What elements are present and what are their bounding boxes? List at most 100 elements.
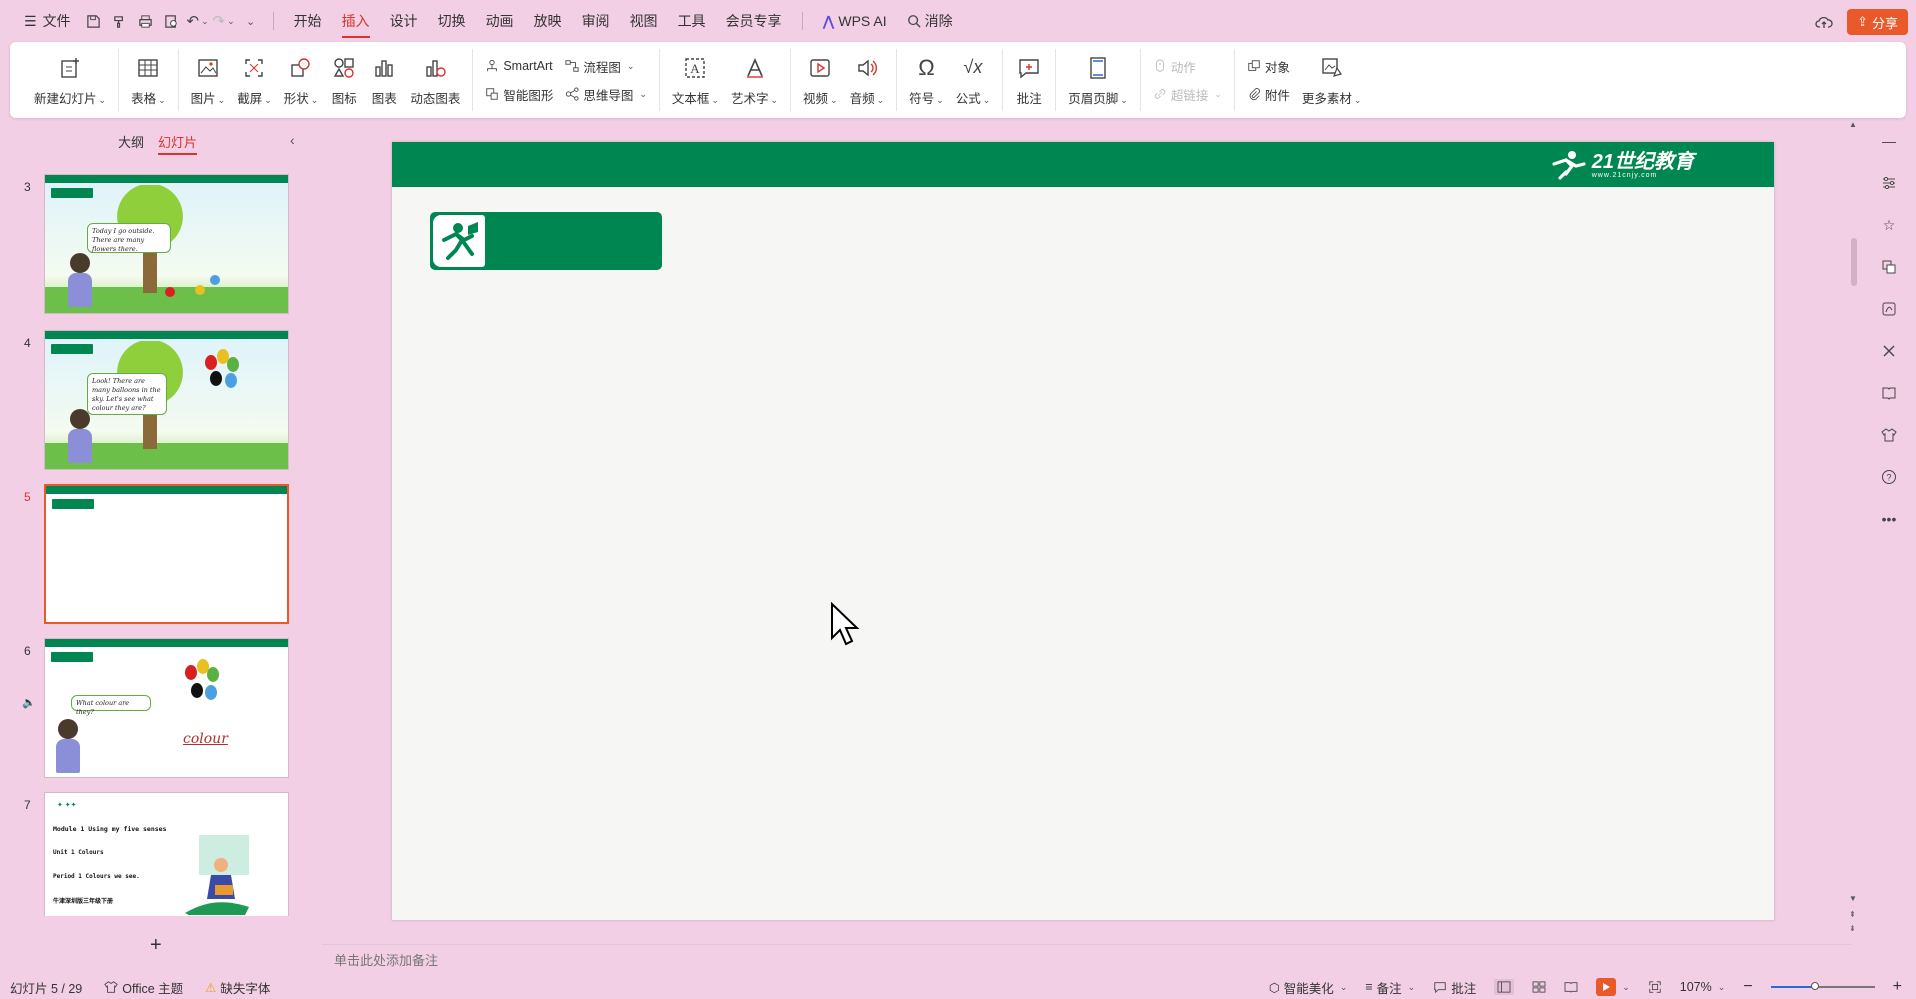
book-icon[interactable] bbox=[1878, 384, 1900, 402]
shape-button[interactable]: 形状 ⌄ bbox=[278, 49, 325, 111]
flowchart-button[interactable]: 流程图 ⌄ bbox=[565, 55, 647, 77]
comment-button[interactable]: 批注 bbox=[1009, 49, 1049, 111]
video-button[interactable]: 视频 ⌄ bbox=[797, 49, 844, 111]
screenshot-button[interactable]: 截屏 ⌄ bbox=[231, 49, 278, 111]
slide-number: 6 bbox=[24, 644, 31, 658]
tab-slides[interactable]: 幻灯片 bbox=[158, 132, 198, 155]
new-slide-button[interactable]: 新建幻灯片 ⌄ bbox=[28, 49, 112, 111]
play-slideshow-button[interactable] bbox=[1596, 978, 1617, 996]
table-button[interactable]: 表格 ⌄ bbox=[125, 49, 172, 111]
tab-slideshow[interactable]: 放映 bbox=[524, 0, 572, 42]
textbox-button[interactable]: A 文本框 ⌄ bbox=[666, 49, 725, 111]
scroll-down-icon[interactable]: ▼ bbox=[1849, 894, 1857, 903]
ribbon-group-media: 视频 ⌄ 音频 ⌄ bbox=[791, 49, 898, 111]
slide-thumbnail-6[interactable]: What colour are they? colour bbox=[44, 638, 289, 778]
fit-window-icon[interactable] bbox=[1648, 980, 1662, 994]
smartart-button[interactable]: SmartArt bbox=[485, 55, 553, 77]
tab-animation[interactable]: 动画 bbox=[476, 0, 524, 42]
print-preview-icon[interactable] bbox=[159, 0, 185, 42]
hyperlink-button[interactable]: 超链接 ⌄ bbox=[1153, 83, 1222, 105]
picture-button[interactable]: 图片 ⌄ bbox=[185, 49, 232, 111]
scrollbar-thumb[interactable] bbox=[1851, 238, 1857, 286]
header-footer-button[interactable]: 页眉页脚 ⌄ bbox=[1062, 49, 1134, 111]
slide-sorter-icon[interactable] bbox=[1532, 981, 1546, 993]
normal-view-icon[interactable] bbox=[1494, 979, 1515, 995]
tools-icon[interactable] bbox=[1878, 342, 1900, 360]
copy-layout-icon[interactable] bbox=[1878, 258, 1900, 276]
slideshow-options-icon[interactable]: ⌄ bbox=[1622, 982, 1630, 993]
star-icon[interactable]: ☆ bbox=[1878, 216, 1900, 234]
minimize-panel-icon[interactable]: — bbox=[1878, 132, 1900, 150]
menu-bar: ☰ 文件 ↶ ⌄ ↷ ⌄ ⌄ 开始 插入 设计 切换 动画 放映 审阅 视图 工具 … bbox=[0, 0, 1916, 42]
zoom-in-icon[interactable]: + bbox=[1893, 978, 1902, 996]
girl-illustration bbox=[67, 409, 93, 463]
help-icon[interactable]: ? bbox=[1878, 468, 1900, 486]
tab-view[interactable]: 视图 bbox=[620, 0, 668, 42]
redo-icon[interactable]: ↷ ⌄ bbox=[211, 0, 237, 42]
mindmap-button[interactable]: 思维导图 ⌄ bbox=[565, 83, 647, 105]
notes-toggle-button[interactable]: ≡ 备注 ⌄ bbox=[1365, 978, 1415, 997]
dynamic-chart-button[interactable]: 动态图表 bbox=[404, 49, 466, 111]
formula-button[interactable]: √x 公式 ⌄ bbox=[950, 49, 997, 111]
prev-slide-icon[interactable]: ⇞ bbox=[1849, 910, 1856, 919]
add-slide-icon[interactable]: + bbox=[150, 934, 162, 957]
properties-icon[interactable] bbox=[1878, 174, 1900, 192]
next-slide-icon[interactable]: ⇟ bbox=[1849, 924, 1856, 933]
print-icon[interactable] bbox=[133, 0, 159, 42]
slide-thumbnail-7[interactable]: ✦ ✦✦ Module 1 Using my five senses Unit … bbox=[44, 792, 289, 916]
customize-quickbar-icon[interactable]: ⌄ bbox=[237, 0, 263, 42]
undo-icon[interactable]: ↶ ⌄ bbox=[185, 0, 211, 42]
more-options-icon[interactable]: ••• bbox=[1878, 510, 1900, 528]
zoom-out-icon[interactable]: − bbox=[1743, 978, 1752, 996]
wps-ai-button[interactable]: ⋀ WPS AI bbox=[813, 0, 897, 42]
shirt-icon[interactable] bbox=[1878, 426, 1900, 444]
smart-beautify-button[interactable]: ⬡ 智能美化 ⌄ bbox=[1269, 978, 1347, 997]
menu-right-group: ⇪ 分享 bbox=[1815, 9, 1908, 35]
more-material-button[interactable]: 更多素材 ⌄ bbox=[1296, 49, 1368, 111]
zoom-slider-knob[interactable] bbox=[1811, 982, 1820, 990]
animation-pane-icon[interactable] bbox=[1878, 300, 1900, 318]
wordart-icon bbox=[741, 54, 769, 82]
current-slide-canvas[interactable]: 21世纪教育 www.21cnjy.com bbox=[392, 142, 1774, 920]
theme-button[interactable]: Office 主题 bbox=[104, 978, 183, 997]
save-icon[interactable] bbox=[81, 0, 107, 42]
section-badge[interactable] bbox=[430, 212, 662, 270]
wordart-button[interactable]: 艺术字 ⌄ bbox=[725, 49, 784, 111]
notes-input[interactable]: 单击此处添加备注 bbox=[322, 944, 1852, 974]
slide-counter: 幻灯片 5 / 29 bbox=[10, 981, 83, 996]
file-menu[interactable]: ☰ 文件 bbox=[14, 0, 81, 42]
slide-thumbnail-4[interactable]: Look! There are many balloons in the sky… bbox=[44, 330, 289, 470]
tab-review[interactable]: 审阅 bbox=[572, 0, 620, 42]
object-button[interactable]: 对象 bbox=[1247, 55, 1290, 77]
icon-library-button[interactable]: 图标 bbox=[324, 49, 364, 111]
tab-home[interactable]: 开始 bbox=[284, 0, 332, 42]
tab-member[interactable]: 会员专享 bbox=[716, 0, 792, 42]
zoom-slider[interactable] bbox=[1770, 982, 1875, 990]
audio-button[interactable]: 音频 ⌄ bbox=[844, 49, 891, 111]
symbol-button[interactable]: Ω 符号 ⌄ bbox=[903, 49, 950, 111]
reading-view-icon[interactable] bbox=[1564, 981, 1578, 993]
format-painter-icon[interactable] bbox=[107, 0, 133, 42]
speech-bubble: What colour are they? bbox=[71, 695, 151, 716]
tab-insert[interactable]: 插入 bbox=[332, 0, 380, 42]
action-button[interactable]: 动作 bbox=[1153, 55, 1222, 77]
comments-toggle-button[interactable]: 批注 bbox=[1433, 978, 1476, 997]
scroll-up-icon[interactable]: ▲ bbox=[1849, 120, 1857, 129]
chart-button[interactable]: 图表 bbox=[364, 49, 404, 111]
reading-person-illustration bbox=[185, 827, 255, 916]
tab-transition[interactable]: 切换 bbox=[428, 0, 476, 42]
search-button[interactable]: 消除 bbox=[897, 0, 963, 42]
share-button[interactable]: ⇪ 分享 bbox=[1847, 9, 1908, 35]
cloud-upload-icon[interactable] bbox=[1815, 14, 1833, 30]
smart-graphic-button[interactable]: 智能图形 bbox=[485, 83, 553, 105]
zoom-level-dropdown[interactable]: 107% ⌄ bbox=[1680, 980, 1726, 994]
attachment-button[interactable]: 附件 bbox=[1247, 83, 1290, 105]
slide-thumbnail-5[interactable] bbox=[44, 484, 289, 624]
missing-font-button[interactable]: ⚠ 缺失字体 bbox=[205, 978, 270, 997]
tab-design[interactable]: 设计 bbox=[380, 0, 428, 42]
editor-scrollbar[interactable]: ▲ ▼ ⇞ ⇟ bbox=[1848, 118, 1860, 943]
collapse-panel-icon[interactable]: ‹ bbox=[290, 132, 295, 148]
tab-tools[interactable]: 工具 bbox=[668, 0, 716, 42]
slide-thumbnail-3[interactable]: Today I go outside. There are many flowe… bbox=[44, 174, 289, 314]
tab-outline[interactable]: 大纲 bbox=[118, 132, 144, 155]
